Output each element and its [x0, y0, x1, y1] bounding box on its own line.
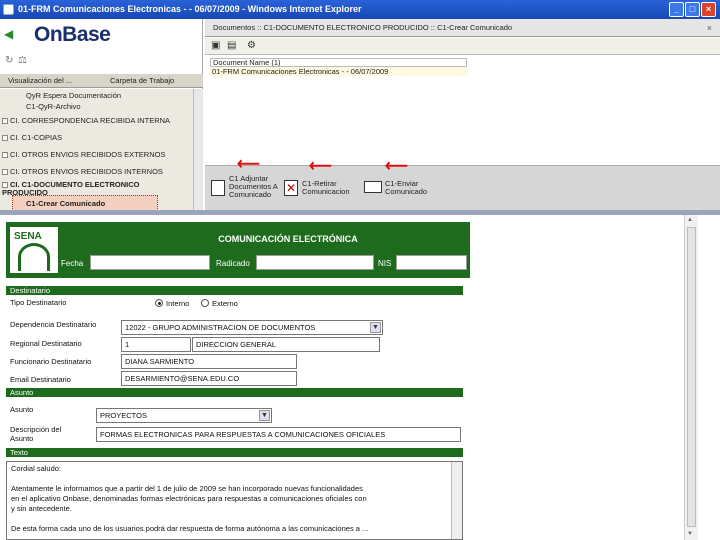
left-tabs: Visualización del ... Carpeta de Trabajo — [0, 74, 203, 88]
task-retirar[interactable]: C1-Retirar Comunicacion — [302, 180, 362, 196]
refresh-icon[interactable]: ↻ — [5, 55, 13, 66]
tree-item[interactable]: CI. C1-COPIAS — [2, 133, 62, 142]
clipboard-icon[interactable] — [211, 180, 225, 196]
funcionario-label: Funcionario Destinatario — [10, 357, 92, 366]
descripcion-label: Descripción del Asunto — [10, 425, 62, 443]
form-header: SENA COMUNICACIÓN ELECTRÓNICA Fecha Radi… — [6, 222, 470, 278]
expand-icon[interactable] — [2, 135, 8, 142]
form-scrollbar[interactable]: ▲ ▼ — [684, 215, 698, 540]
regional-input[interactable]: DIRECCION GENERAL — [192, 337, 380, 352]
task-enviar[interactable]: C1-Enviar Comunicado — [385, 180, 445, 196]
regional-label: Regional Destinatario — [10, 339, 82, 348]
radicado-label: Radicado — [216, 259, 250, 268]
tree-item[interactable]: CI. CORRESPONDENCIA RECIBIDA INTERNA — [2, 116, 170, 125]
nis-input[interactable] — [396, 255, 467, 270]
asunto-select[interactable]: PROYECTOS ▼ — [96, 408, 272, 423]
externo-radio[interactable] — [201, 299, 209, 307]
gear-icon[interactable]: ⚙ — [247, 40, 256, 51]
fecha-label: Fecha — [61, 259, 84, 268]
minimize-button[interactable]: _ — [669, 2, 684, 17]
right-pane: Documentos :: C1-DOCUMENTO ELECTRONICO P… — [205, 19, 720, 210]
scroll-thumb[interactable] — [687, 227, 696, 527]
tree-item-selected[interactable]: CI. C1-DOCUMENTO ELECTRONICO PRODUCIDO — [2, 181, 152, 197]
red-arrow-icon: ⟵ — [309, 158, 332, 175]
scroll-down-icon[interactable]: ▼ — [687, 531, 693, 537]
texto-line: De esta forma cada uno de los usuarios p… — [11, 524, 369, 533]
breadcrumb: Documentos :: C1-DOCUMENTO ELECTRONICO P… — [205, 19, 720, 37]
app-icon — [3, 4, 14, 15]
funcionario-input[interactable]: DIANA SARMIENTO — [121, 354, 297, 369]
task-adjuntar[interactable]: C1 Adjuntar Documentos A Comunicado — [229, 175, 284, 199]
open-icon[interactable]: ▣ — [211, 40, 220, 51]
texto-line: Atentamente le informamos que a partir d… — [11, 484, 363, 493]
onbase-logo: OnBase — [34, 23, 111, 46]
section-destinatario: Destinatario — [6, 286, 463, 295]
form-area: SENA COMUNICACIÓN ELECTRÓNICA Fecha Radi… — [0, 215, 684, 540]
left-pane: ◀ OnBase ↻ ⚖ Visualización del ... Carpe… — [0, 19, 203, 210]
scroll-up-icon[interactable]: ▲ — [687, 217, 693, 223]
grid-row[interactable]: 01-FRM Comunicaciones Electronicas - - 0… — [210, 67, 467, 76]
expand-icon[interactable] — [2, 118, 8, 125]
delete-icon[interactable]: ✕ — [284, 180, 298, 196]
document-grid: Document Name (1) 01-FRM Comunicaciones … — [210, 58, 467, 76]
sena-emblem-icon — [18, 243, 50, 271]
section-asunto: Asunto — [6, 388, 463, 397]
regional-code-input[interactable]: 1 — [121, 337, 191, 352]
texto-line — [11, 474, 448, 484]
radicado-input[interactable] — [256, 255, 374, 270]
interno-label: Interno — [166, 299, 190, 308]
tree-item[interactable]: C1-Crear Comunicado — [26, 199, 105, 208]
window-titlebar: 01-FRM Comunicaciones Electronicas - - 0… — [0, 0, 720, 19]
dependencia-select[interactable]: 12022 - GRUPO ADMINISTRACION DE DOCUMENT… — [121, 320, 383, 335]
form-title: COMUNICACIÓN ELECTRÓNICA — [218, 234, 358, 244]
grid-header[interactable]: Document Name (1) — [210, 58, 467, 67]
send-icon[interactable] — [364, 181, 382, 193]
texto-line — [11, 514, 448, 524]
left-scrollbar[interactable] — [193, 89, 203, 210]
interno-radio[interactable] — [155, 299, 163, 307]
tipo-label: Tipo Destinatario — [10, 298, 67, 307]
tree-item[interactable]: CI. OTROS ENVIOS RECIBIDOS EXTERNOS — [2, 150, 165, 159]
back-arrow-icon[interactable]: ◀ — [4, 27, 14, 41]
task-bar: ⟵ ⟵ ⟵ C1 Adjuntar Documentos A Comunicad… — [205, 156, 720, 210]
expand-icon[interactable] — [2, 169, 8, 176]
red-arrow-icon: ⟵ — [237, 156, 260, 173]
tab-carpeta-trabajo[interactable]: Carpeta de Trabajo — [110, 76, 174, 85]
asunto-label: Asunto — [10, 405, 34, 414]
dependencia-label: Dependencia Destinatario — [10, 320, 97, 329]
red-arrow-icon: ⟵ — [385, 158, 408, 175]
tree-item[interactable]: QyR Espera Documentación — [26, 91, 121, 100]
texto-line: Cordial saludo: — [11, 464, 62, 473]
tree-item[interactable]: CI. OTROS ENVIOS RECIBIDOS INTERNOS — [2, 167, 163, 176]
window-title: 01-FRM Comunicaciones Electronicas - - 0… — [18, 4, 362, 14]
toolbar: ▣ ▤ ⚙ — [205, 38, 720, 55]
texto-line: y sin antecedente. — [11, 504, 72, 513]
email-label: Email Destinatario — [10, 375, 71, 384]
close-button[interactable]: × — [701, 2, 716, 17]
save-icon[interactable]: ▤ — [227, 40, 236, 51]
fecha-input[interactable] — [90, 255, 210, 270]
section-texto: Texto — [6, 448, 463, 457]
texto-textarea[interactable]: Cordial saludo: Atentamente le informamo… — [6, 461, 463, 540]
tab-visualizacion[interactable]: Visualización del ... — [8, 76, 72, 85]
tree-item[interactable]: C1-QyR-Archivo — [26, 102, 81, 111]
chevron-down-icon[interactable]: ▼ — [370, 322, 381, 333]
textarea-scrollbar[interactable] — [451, 462, 462, 539]
externo-label: Externo — [212, 299, 238, 308]
scales-icon[interactable]: ⚖ — [18, 55, 27, 66]
descripcion-input[interactable]: FORMAS ELECTRONICAS PARA RESPUESTAS A CO… — [96, 427, 461, 442]
nis-label: NIS — [378, 259, 392, 268]
queue-tree: QyR Espera Documentación C1-QyR-Archivo … — [0, 89, 193, 210]
maximize-button[interactable]: □ — [685, 2, 700, 17]
chevron-down-icon[interactable]: ▼ — [259, 410, 270, 421]
close-icon[interactable]: × — [707, 22, 712, 34]
email-input[interactable]: DESARMIENTO@SENA.EDU.CO — [121, 371, 297, 386]
texto-line: en el aplicativo Onbase, denominadas for… — [11, 494, 367, 503]
expand-icon[interactable] — [2, 152, 8, 159]
